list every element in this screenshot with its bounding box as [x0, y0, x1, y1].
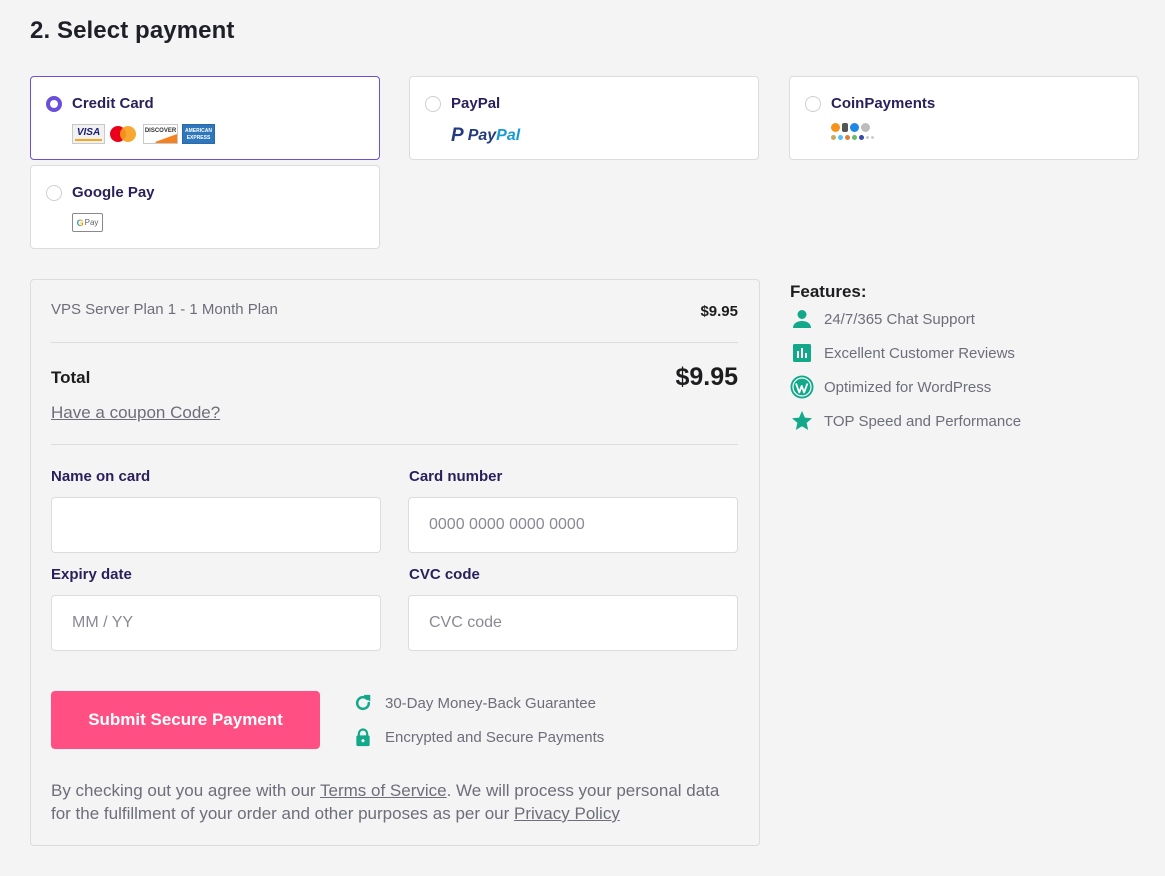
feature-item: Optimized for WordPress [790, 370, 1021, 404]
star-icon [792, 411, 812, 430]
privacy-policy-link[interactable]: Privacy Policy [514, 804, 620, 823]
payment-option-label: Credit Card [72, 95, 154, 112]
features-panel: Features: 24/7/365 Chat Support Excellen… [790, 282, 1021, 438]
assurance-secure: Encrypted and Secure Payments [353, 727, 604, 747]
feature-item: TOP Speed and Performance [790, 404, 1021, 438]
coupon-link[interactable]: Have a coupon Code? [51, 403, 220, 423]
payment-option-paypal[interactable]: PayPal P PayPal [409, 76, 759, 160]
payment-option-credit-card[interactable]: Credit Card VISA DISCOVER AMERICAN EXPRE… [30, 76, 380, 160]
plan-name: VPS Server Plan 1 - 1 Month Plan [51, 301, 278, 318]
feature-item: Excellent Customer Reviews [790, 336, 1021, 370]
gpay-g: G [76, 217, 84, 228]
mastercard-icon [109, 124, 139, 144]
submit-payment-button[interactable]: Submit Secure Payment [51, 691, 320, 749]
page-title: 2. Select payment [30, 17, 235, 44]
card-logos: VISA DISCOVER AMERICAN EXPRESS [72, 124, 215, 144]
more-icon [866, 136, 869, 139]
coin-icon [852, 135, 857, 140]
name-on-card-label: Name on card [51, 468, 151, 485]
cvc-code-label: CVC code [409, 566, 480, 583]
payment-option-label: CoinPayments [831, 95, 936, 112]
expiry-date-input[interactable] [51, 595, 381, 651]
paypal-text-a: Pay [467, 127, 497, 144]
payment-option-coinpayments[interactable]: CoinPayments [789, 76, 1139, 160]
feature-text: Excellent Customer Reviews [824, 344, 1015, 362]
divider [51, 444, 738, 445]
expiry-date-label: Expiry date [51, 566, 132, 583]
paypal-logo: P PayPal [451, 124, 520, 147]
feature-text: 24/7/365 Chat Support [824, 310, 975, 328]
radio-paypal[interactable] [425, 96, 441, 112]
ethereum-icon [842, 123, 848, 132]
amex-line1: AMERICAN [185, 128, 212, 134]
legal-text: By checking out you agree with our [51, 781, 321, 800]
crypto-logos [831, 123, 874, 140]
total-value: $9.95 [675, 363, 738, 391]
cvc-code-input[interactable] [408, 595, 738, 651]
card-number-label: Card number [409, 468, 503, 485]
refresh-icon [355, 694, 371, 711]
assurance-text: 30-Day Money-Back Guarantee [385, 694, 596, 712]
amex-icon: AMERICAN EXPRESS [182, 124, 215, 144]
gpay-text: Pay [84, 218, 99, 227]
terms-of-service-link[interactable]: Terms of Service [320, 781, 447, 800]
coin-icon [838, 135, 843, 140]
radio-credit-card[interactable] [46, 96, 62, 112]
features-title: Features: [790, 282, 867, 301]
chart-icon [793, 344, 811, 362]
radio-coinpayments[interactable] [805, 96, 821, 112]
google-pay-icon: G Pay [72, 213, 103, 232]
litecoin-icon [861, 123, 870, 132]
feature-text: TOP Speed and Performance [824, 412, 1022, 430]
amex-line2: EXPRESS [186, 135, 211, 141]
card-number-input[interactable] [408, 497, 738, 553]
assurance-money-back: 30-Day Money-Back Guarantee [353, 693, 596, 713]
plan-price: $9.95 [700, 303, 738, 320]
user-icon [793, 310, 811, 328]
order-panel: VPS Server Plan 1 - 1 Month Plan $9.95 T… [30, 279, 760, 846]
paypal-text-b: Pal [496, 127, 521, 144]
paypal-icon: P [451, 125, 464, 146]
payment-option-label: PayPal [451, 95, 501, 112]
payment-option-google-pay[interactable]: Google Pay G Pay [30, 165, 380, 249]
bitcoin-icon [831, 123, 840, 132]
feature-text: Optimized for WordPress [824, 378, 992, 396]
radio-google-pay[interactable] [46, 185, 62, 201]
legal-notice: By checking out you agree with our Terms… [51, 779, 741, 825]
coin-icon [859, 135, 864, 140]
visa-icon: VISA [72, 124, 105, 144]
lock-icon [356, 728, 370, 747]
coin-icon [845, 135, 850, 140]
ripple-icon [850, 123, 859, 132]
total-label: Total [51, 368, 91, 387]
feature-item: 24/7/365 Chat Support [790, 302, 1021, 336]
wordpress-icon [790, 375, 814, 399]
discover-icon: DISCOVER [143, 124, 178, 144]
divider [51, 342, 738, 343]
assurance-text: Encrypted and Secure Payments [385, 728, 605, 746]
gpay-logo: G Pay [72, 213, 103, 232]
payment-option-label: Google Pay [72, 184, 155, 201]
coin-icon [831, 135, 836, 140]
name-on-card-input[interactable] [51, 497, 381, 553]
more-icon [871, 136, 874, 139]
